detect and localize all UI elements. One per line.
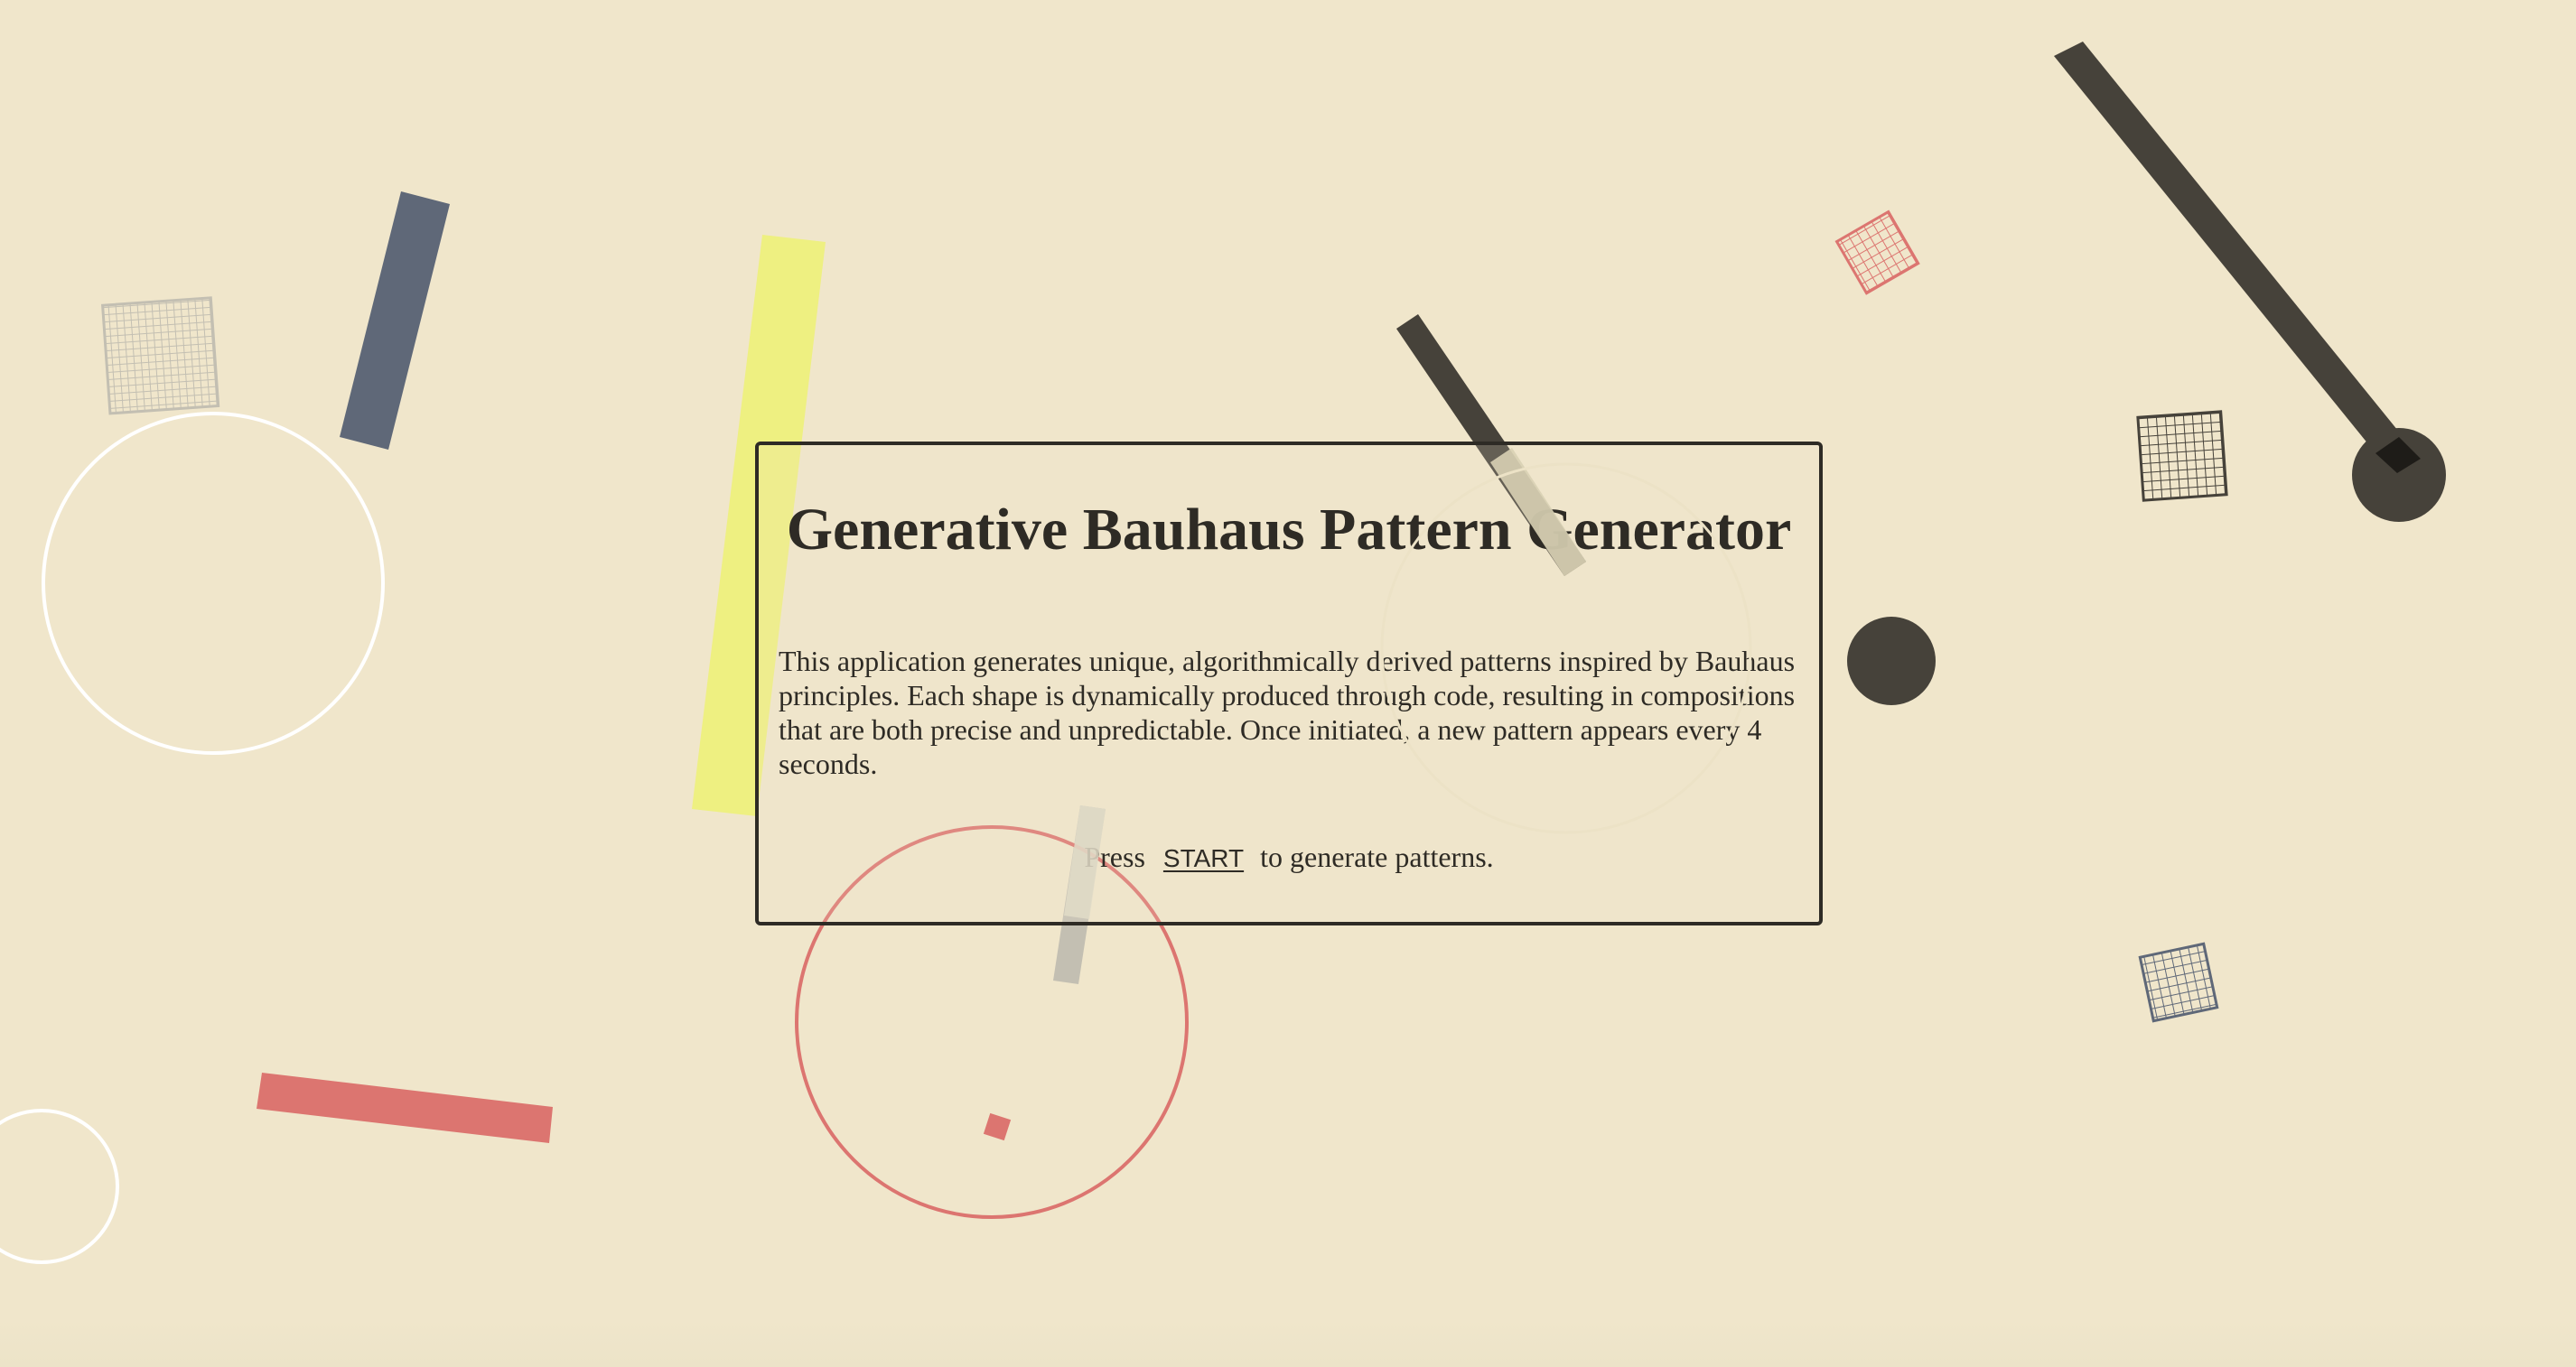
circle-outline-white-large [42, 412, 385, 755]
bar-charcoal-large [2054, 42, 2421, 473]
bottom-gradient-band [0, 1318, 2576, 1367]
page-title: Generative Bauhaus Pattern Generator [786, 497, 1792, 563]
circle-outline-white-small [0, 1109, 119, 1264]
start-instruction: Press START to generate patterns. [759, 839, 1819, 877]
cta-suffix: to generate patterns. [1260, 841, 1494, 873]
circle-filled-charcoal-middle [1847, 617, 1936, 705]
grid-square-slate-right [2138, 942, 2219, 1023]
grid-square-gray-left [100, 296, 220, 415]
intro-description: This application generates unique, algor… [779, 645, 1796, 780]
grid-square-coral-top [1834, 209, 1920, 295]
small-square-coral [983, 1112, 1012, 1141]
start-button[interactable]: START [1163, 844, 1244, 872]
bar-slate [340, 191, 450, 450]
intro-card: Generative Bauhaus Pattern Generator Thi… [755, 442, 1823, 925]
cta-prefix: Press [1084, 841, 1145, 873]
bar-coral [257, 1073, 553, 1143]
grid-square-charcoal-right [2136, 410, 2228, 502]
